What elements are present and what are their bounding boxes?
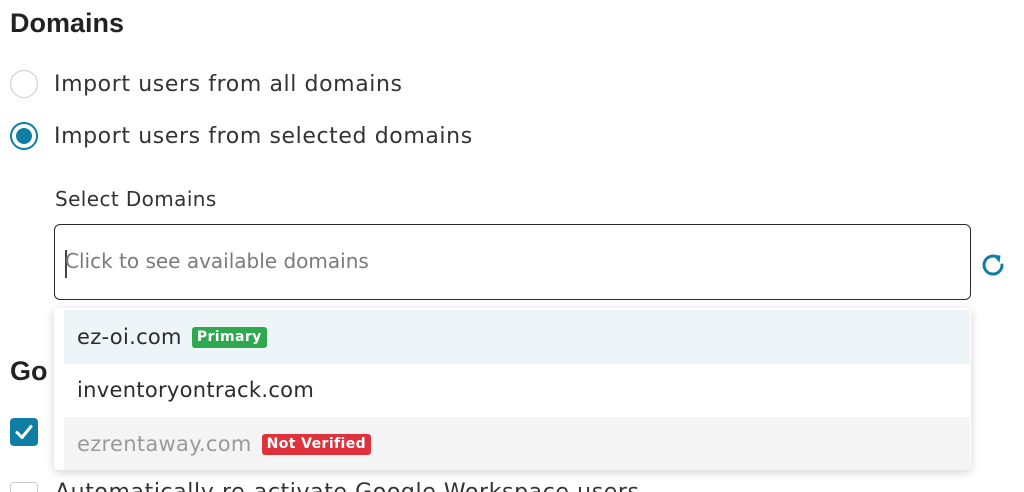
select-domains-label: Select Domains — [55, 187, 217, 211]
google-section-heading: Go — [10, 356, 48, 386]
domain-search-input[interactable] — [65, 249, 945, 273]
radio-label: Import users from all domains — [54, 71, 403, 97]
domain-dropdown-menu: ez-oi.com Primary inventoryontrack.com e… — [54, 308, 971, 470]
checkmark-icon — [15, 425, 33, 439]
domains-heading: Domains — [10, 8, 125, 38]
domain-select[interactable] — [54, 224, 971, 300]
refresh-icon[interactable] — [978, 250, 1008, 280]
checkbox-checked[interactable] — [10, 418, 38, 446]
dropdown-option-ezrentaway: ezrentaway.com Not Verified — [64, 417, 970, 470]
reactivate-users-label: Automatically re-activate Google Workspa… — [55, 480, 640, 492]
option-domain-text: inventoryontrack.com — [77, 378, 315, 402]
option-domain-text: ezrentaway.com — [77, 432, 252, 456]
dropdown-option-ez-oi[interactable]: ez-oi.com Primary — [64, 310, 970, 364]
dropdown-option-inventoryontrack[interactable]: inventoryontrack.com — [64, 363, 970, 417]
not-verified-badge: Not Verified — [261, 433, 372, 455]
radio-label: Import users from selected domains — [54, 123, 473, 149]
option-domain-text: ez-oi.com — [77, 325, 182, 349]
radio-button-checked[interactable] — [10, 122, 38, 150]
radio-button[interactable] — [10, 70, 38, 98]
checkbox-unchecked[interactable] — [10, 482, 38, 492]
primary-badge: Primary — [191, 326, 267, 348]
radio-all-domains[interactable]: Import users from all domains — [10, 70, 403, 98]
radio-selected-domains[interactable]: Import users from selected domains — [10, 122, 473, 150]
